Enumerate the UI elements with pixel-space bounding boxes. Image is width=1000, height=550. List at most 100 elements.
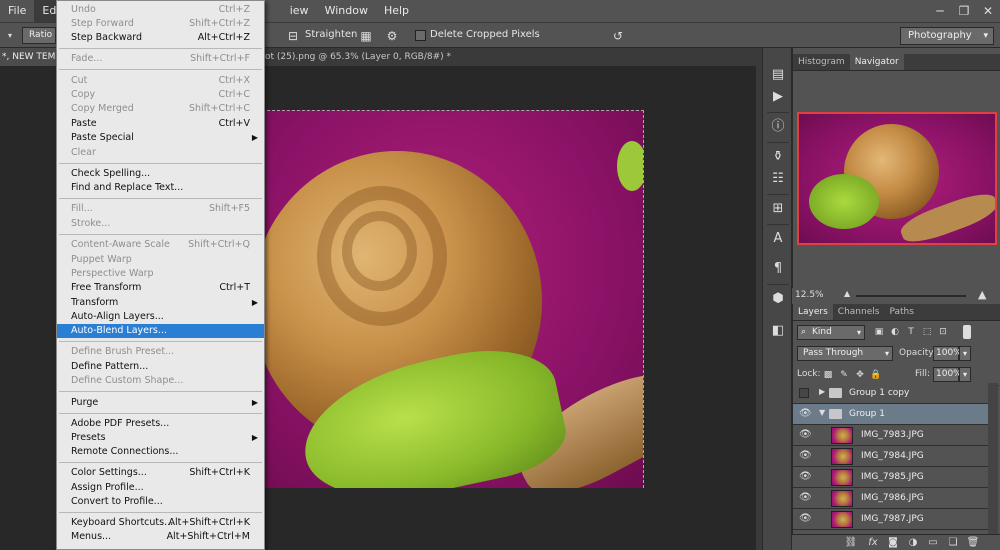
collapse-arrow-icon[interactable]: ▼	[819, 408, 825, 417]
3d-cube-icon[interactable]: ⬢	[769, 290, 787, 308]
menu-item-convert-profile[interactable]: Convert to Profile...	[57, 495, 264, 509]
tab-paths[interactable]: Paths	[884, 304, 918, 320]
tab-layers[interactable]: Layers	[793, 304, 833, 320]
eye-icon[interactable]: 👁	[799, 408, 812, 420]
menu-help[interactable]: Help	[376, 0, 417, 22]
grid-overlay-icon[interactable]: ▦	[358, 28, 374, 44]
layer-row-group1[interactable]: 👁 ▼ Group 1	[793, 404, 989, 425]
menu-item-paste-special[interactable]: Paste Special ▶	[57, 131, 264, 145]
ratio-select[interactable]: Ratio	[22, 27, 56, 44]
history-icon[interactable]: ▤	[769, 66, 787, 84]
menu-item-clear[interactable]: Clear	[57, 146, 264, 160]
tab-navigator[interactable]: Navigator	[849, 54, 904, 70]
link-icon[interactable]: ⛓	[844, 536, 858, 550]
menu-view[interactable]: iew	[282, 0, 317, 22]
workspace-select[interactable]: Photography	[900, 27, 994, 45]
menu-item-define-shape[interactable]: Define Custom Shape...	[57, 374, 264, 388]
eye-icon[interactable]: 👁	[799, 492, 812, 504]
delete-cropped-checkbox[interactable]	[415, 30, 426, 41]
zoom-value[interactable]: 12.5%	[795, 290, 824, 300]
menu-item-find-replace[interactable]: Find and Replace Text...	[57, 181, 264, 195]
menu-item-define-pattern[interactable]: Define Pattern...	[57, 360, 264, 374]
expand-arrow-icon[interactable]: ▶	[819, 387, 825, 396]
kind-filter-select[interactable]: Kind	[797, 325, 865, 340]
trash-icon[interactable]: 🗑	[966, 536, 980, 550]
navigator-thumbnail[interactable]	[797, 112, 997, 245]
maximize-button[interactable]: ❐	[952, 0, 976, 22]
menu-item-auto-blend[interactable]: Auto-Blend Layers...	[57, 324, 264, 338]
fx-icon[interactable]: fx	[866, 536, 880, 550]
tab-channels[interactable]: Channels	[833, 304, 885, 320]
menu-item-check-spelling[interactable]: Check Spelling...	[57, 167, 264, 181]
close-button[interactable]: ✕	[976, 0, 1000, 22]
smart-filter-icon[interactable]: ⊡	[937, 326, 949, 338]
menu-item-presets[interactable]: Presets ▶	[57, 431, 264, 445]
menu-item-paste[interactable]: Paste Ctrl+V	[57, 117, 264, 131]
menu-item-pdf-presets[interactable]: Adobe PDF Presets...	[57, 417, 264, 431]
blend-mode-select[interactable]: Pass Through	[797, 346, 893, 361]
menu-item-color-settings[interactable]: Color Settings... Shift+Ctrl+K	[57, 466, 264, 480]
menu-item-assign-profile[interactable]: Assign Profile...	[57, 481, 264, 495]
menu-item-step-forward[interactable]: Step Forward Shift+Ctrl+Z	[57, 17, 264, 31]
zoom-slider[interactable]	[856, 295, 966, 297]
layer-row-img7984[interactable]: 👁 IMG_7984.JPG	[793, 446, 989, 467]
shape-filter-icon[interactable]: ⬚	[921, 326, 933, 338]
menu-item-copy[interactable]: Copy Ctrl+C	[57, 88, 264, 102]
menu-item-auto-align[interactable]: Auto-Align Layers...	[57, 310, 264, 324]
straighten-button[interactable]: Straighten	[305, 29, 357, 40]
tool-preset-arrow-icon[interactable]: ▾	[2, 28, 18, 44]
menu-window[interactable]: Window	[317, 0, 376, 22]
fill-arrow[interactable]: ▾	[959, 367, 971, 382]
doc-tab-main[interactable]: ot (25).png @ 65.3% (Layer 0, RGB/8#) *	[265, 48, 451, 66]
lock-move-icon[interactable]: ✥	[854, 369, 866, 381]
doc-tab-left[interactable]: *, NEW TEMP W	[0, 48, 58, 66]
paragraph-icon[interactable]: ¶	[769, 260, 787, 278]
adjustment-icon[interactable]: ◑	[906, 536, 920, 550]
menu-item-step-backward[interactable]: Step Backward Alt+Ctrl+Z	[57, 31, 264, 45]
character-icon[interactable]: A	[769, 230, 787, 248]
menu-item-define-brush[interactable]: Define Brush Preset...	[57, 345, 264, 359]
layer-row-group1-copy[interactable]: ▶ Group 1 copy	[793, 383, 989, 404]
adjust-filter-icon[interactable]: ◐	[889, 326, 901, 338]
fill-input[interactable]: 100%	[933, 367, 962, 382]
lock-paint-icon[interactable]: ✎	[838, 369, 850, 381]
menu-item-undo[interactable]: Undo Ctrl+Z	[57, 3, 264, 17]
eye-icon[interactable]: 👁	[799, 450, 812, 462]
menu-item-stroke[interactable]: Stroke...	[57, 217, 264, 231]
menu-item-free-transform[interactable]: Free Transform Ctrl+T	[57, 281, 264, 295]
lock-all-icon[interactable]: 🔒	[870, 369, 882, 381]
opacity-input[interactable]: 100%	[933, 346, 962, 361]
image-filter-icon[interactable]: ▣	[873, 326, 885, 338]
menu-item-keyboard-shortcuts[interactable]: Keyboard Shortcuts... Alt+Shift+Ctrl+K	[57, 516, 264, 530]
eye-icon[interactable]: 👁	[799, 513, 812, 525]
menu-item-puppet-warp[interactable]: Puppet Warp	[57, 253, 264, 267]
layer-row-img7987[interactable]: 👁 IMG_7987.JPG	[793, 509, 989, 530]
menu-file[interactable]: File	[0, 0, 34, 22]
opacity-arrow[interactable]: ▾	[959, 346, 971, 361]
eye-icon[interactable]: 👁	[799, 429, 812, 441]
layer-row-img7985[interactable]: 👁 IMG_7985.JPG	[793, 467, 989, 488]
document-image[interactable]	[262, 110, 644, 488]
menu-item-purge[interactable]: Purge ▶	[57, 396, 264, 410]
brush-icon[interactable]: ☷	[769, 170, 787, 188]
mask-icon[interactable]: ◙	[886, 536, 900, 550]
new-group-icon[interactable]: ▭	[926, 536, 940, 550]
zoom-in-icon[interactable]: ▲	[978, 288, 986, 301]
filter-toggle[interactable]	[963, 325, 971, 339]
type-filter-icon[interactable]: T	[905, 326, 917, 338]
brush-presets-icon[interactable]: ⚱	[769, 148, 787, 166]
tab-histogram[interactable]: Histogram	[793, 54, 850, 70]
layer-row-img7986[interactable]: 👁 IMG_7986.JPG	[793, 488, 989, 509]
reset-icon[interactable]: ↺	[610, 28, 626, 44]
menu-item-perspective-warp[interactable]: Perspective Warp	[57, 267, 264, 281]
menu-item-fill[interactable]: Fill... Shift+F5	[57, 202, 264, 216]
layer-row-img7983[interactable]: 👁 IMG_7983.JPG	[793, 425, 989, 446]
visibility-toggle[interactable]	[799, 388, 809, 398]
menu-item-menus[interactable]: Menus... Alt+Shift+Ctrl+M	[57, 530, 264, 544]
clone-source-icon[interactable]: ⊞	[769, 200, 787, 218]
menu-item-transform[interactable]: Transform ▶	[57, 296, 264, 310]
info-icon[interactable]: ⓘ	[769, 118, 787, 136]
straighten-icon[interactable]: ⊟	[285, 28, 301, 44]
new-layer-icon[interactable]: ❏	[946, 536, 960, 550]
menu-item-cut[interactable]: Cut Ctrl+X	[57, 74, 264, 88]
